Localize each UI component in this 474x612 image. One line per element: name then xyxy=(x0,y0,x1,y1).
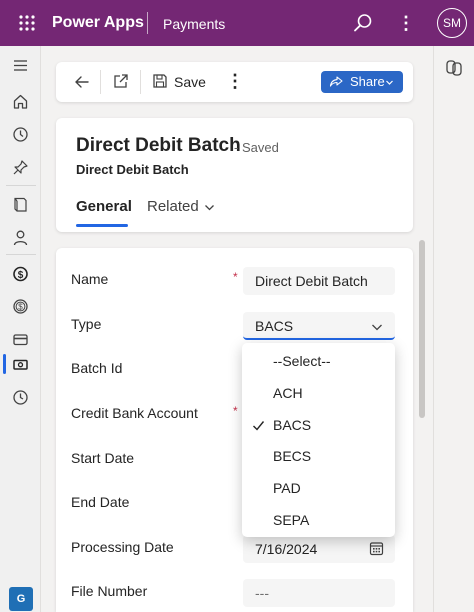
option-label: --Select-- xyxy=(273,353,331,369)
chevron-down-icon xyxy=(372,324,382,331)
required-indicator: * xyxy=(233,404,238,418)
right-rail xyxy=(433,46,474,612)
brand-name[interactable]: Power Apps xyxy=(52,14,144,32)
type-select-value: BACS xyxy=(255,318,294,334)
back-arrow-icon[interactable] xyxy=(72,72,92,92)
option-label: BECS xyxy=(273,448,312,464)
save-button[interactable]: Save xyxy=(174,74,206,90)
save-icon[interactable] xyxy=(152,73,168,89)
user-avatar[interactable]: SM xyxy=(437,8,467,38)
calendar-icon[interactable] xyxy=(369,541,384,556)
command-divider xyxy=(100,70,101,94)
tab-related[interactable]: Related xyxy=(147,198,199,215)
type-select[interactable]: BACS xyxy=(243,312,395,340)
more-options-icon[interactable]: ⋮ xyxy=(396,12,416,34)
name-field[interactable]: Direct Debit Batch xyxy=(243,267,395,295)
field-label-end-date: End Date xyxy=(71,494,130,510)
nav-divider xyxy=(6,254,36,255)
nav-divider xyxy=(6,185,36,186)
field-label-start-date: Start Date xyxy=(71,450,135,466)
field-label-name: Name xyxy=(71,271,109,287)
option-label: ACH xyxy=(273,385,303,401)
processing-date-field[interactable]: 7/16/2024 xyxy=(243,535,395,563)
copilot-icon[interactable] xyxy=(445,59,463,77)
checkmark-icon xyxy=(253,421,265,431)
chevron-down-icon[interactable] xyxy=(204,202,215,213)
field-label-file-number: File Number xyxy=(71,583,148,599)
record-title: Direct Debit Batch xyxy=(76,135,241,156)
command-bar: Save ⋮ Share xyxy=(56,62,413,102)
record-status: - Saved xyxy=(234,140,279,155)
processing-date-value: 7/16/2024 xyxy=(255,541,318,557)
pin-icon[interactable] xyxy=(0,150,41,184)
clock-icon[interactable] xyxy=(0,380,41,414)
option-label: SEPA xyxy=(273,512,310,528)
option-label: PAD xyxy=(273,480,301,496)
share-label: Share xyxy=(350,74,385,89)
field-label-type: Type xyxy=(71,316,102,332)
field-label-processing-date: Processing Date xyxy=(71,539,174,555)
svg-text:$: $ xyxy=(18,302,23,311)
share-icon xyxy=(329,76,343,87)
header-divider xyxy=(147,12,148,34)
type-dropdown-menu: --Select-- ACH BACS BECS PAD SEPA xyxy=(242,343,395,537)
recent-icon[interactable] xyxy=(0,117,41,151)
svg-text:$: $ xyxy=(18,269,24,280)
cash-icon[interactable] xyxy=(0,347,41,381)
required-indicator: * xyxy=(233,270,238,284)
dropdown-option[interactable]: BECS xyxy=(242,441,395,472)
chevron-down-icon xyxy=(386,80,393,85)
command-more-icon[interactable]: ⋮ xyxy=(226,70,244,92)
dropdown-option[interactable]: PAD xyxy=(242,473,395,504)
share-button[interactable]: Share xyxy=(321,71,403,93)
scrollbar-thumb[interactable] xyxy=(419,240,425,418)
home-icon[interactable] xyxy=(0,84,41,118)
field-label-batch-id: Batch Id xyxy=(71,360,123,376)
record-entity: Direct Debit Batch xyxy=(76,162,189,177)
active-tab-indicator xyxy=(76,224,128,227)
left-navigation: $ $ G xyxy=(0,46,41,612)
coin-dollar-icon[interactable]: $ xyxy=(0,289,41,323)
dropdown-option[interactable]: SEPA xyxy=(242,505,395,536)
top-header-bar: Power Apps Payments ⋮ SM xyxy=(0,0,474,46)
app-name[interactable]: Payments xyxy=(163,16,225,32)
open-in-new-window-icon[interactable] xyxy=(112,72,130,90)
command-divider xyxy=(140,70,141,94)
money-dollar-icon[interactable]: $ xyxy=(0,256,41,290)
search-icon[interactable] xyxy=(352,12,374,34)
field-label-credit-bank-account: Credit Bank Account xyxy=(71,405,198,421)
app-launcher-icon[interactable] xyxy=(18,14,36,32)
menu-icon[interactable] xyxy=(0,48,41,82)
environment-badge[interactable]: G xyxy=(9,587,33,611)
dropdown-option[interactable]: ACH xyxy=(242,378,395,409)
book-icon[interactable] xyxy=(0,187,41,221)
dropdown-option[interactable]: --Select-- xyxy=(242,346,395,377)
dropdown-option-selected[interactable]: BACS xyxy=(242,410,395,441)
tab-general[interactable]: General xyxy=(76,198,132,215)
person-icon[interactable] xyxy=(0,220,41,254)
option-label: BACS xyxy=(273,417,312,433)
file-number-field[interactable]: --- xyxy=(243,579,395,607)
record-header: Direct Debit Batch - Saved Direct Debit … xyxy=(56,118,413,232)
